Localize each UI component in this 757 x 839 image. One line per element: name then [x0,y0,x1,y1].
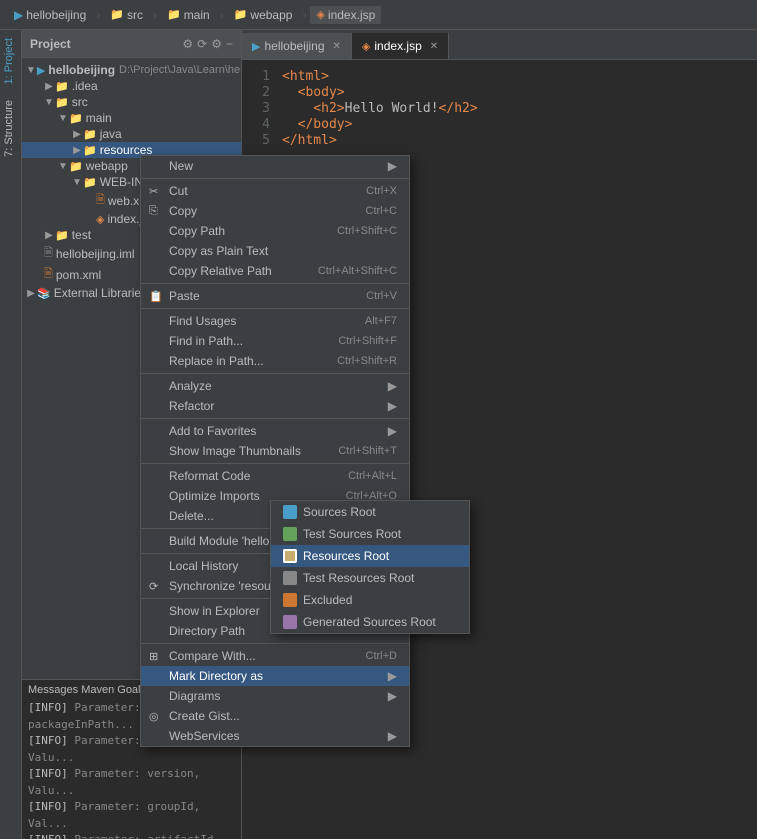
separator-1 [141,178,409,179]
menu-webservices-arrow: ▶ [388,729,397,743]
separator-10 [141,643,409,644]
test-resources-root-icon [283,571,297,585]
menu-new-arrow: ▶ [388,159,397,173]
test-sources-root-icon [283,527,297,541]
menu-webservices-label: WebServices [169,729,239,743]
cut-icon: ✂ [149,185,158,198]
separator-5 [141,418,409,419]
submenu-test-resources-root[interactable]: Test Resources Root [271,567,469,589]
context-menu-overlay[interactable]: New ▶ ✂ Cut Ctrl+X ⎘ Copy Ctrl+C Copy Pa… [0,0,757,839]
menu-delete-label: Delete... [169,509,214,523]
sync-icon: ⟳ [149,580,158,593]
github-icon: ◎ [149,710,159,723]
resources-root-icon [283,549,297,563]
menu-copy-label: Copy [169,204,197,218]
menu-item-new[interactable]: New ▶ [141,156,409,176]
menu-new-label: New [169,159,193,173]
submenu-resources-root[interactable]: Resources Root [271,545,469,567]
cut-shortcut: Ctrl+X [366,185,397,197]
gen-sources-root-label: Generated Sources Root [303,615,436,629]
copy-icon: ⎘ [149,205,158,218]
compare-icon: ⊞ [149,650,158,663]
menu-item-webservices[interactable]: WebServices ▶ [141,726,409,746]
resources-root-label: Resources Root [303,549,389,563]
mark-directory-submenu: Sources Root Test Sources Root Resources… [270,500,470,634]
copy-path-shortcut: Ctrl+Shift+C [337,225,397,237]
menu-find-usages-label: Find Usages [169,314,236,328]
replace-path-shortcut: Ctrl+Shift+R [337,355,397,367]
sources-root-icon [283,505,297,519]
menu-item-paste[interactable]: 📋 Paste Ctrl+V [141,286,409,306]
menu-item-mark-dir[interactable]: Mark Directory as ▶ [141,666,409,686]
menu-item-create-gist[interactable]: ◎ Create Gist... [141,706,409,726]
copy-rel-shortcut: Ctrl+Alt+Shift+C [318,265,397,277]
test-sources-root-label: Test Sources Root [303,527,401,541]
menu-thumbnails-label: Show Image Thumbnails [169,444,301,458]
menu-item-favorites[interactable]: Add to Favorites ▶ [141,421,409,441]
menu-compare-label: Compare With... [169,649,256,663]
menu-mark-dir-label: Mark Directory as [169,669,263,683]
menu-find-path-label: Find in Path... [169,334,243,348]
menu-item-refactor[interactable]: Refactor ▶ [141,396,409,416]
menu-copy-plain-label: Copy as Plain Text [169,244,268,258]
menu-item-thumbnails[interactable]: Show Image Thumbnails Ctrl+Shift+T [141,441,409,461]
menu-item-diagrams[interactable]: Diagrams ▶ [141,686,409,706]
thumbnails-shortcut: Ctrl+Shift+T [338,445,397,457]
paste-shortcut: Ctrl+V [366,290,397,302]
menu-item-copy[interactable]: ⎘ Copy Ctrl+C [141,201,409,221]
menu-paste-label: Paste [169,289,200,303]
menu-copy-path-label: Copy Path [169,224,225,238]
submenu-test-sources-root[interactable]: Test Sources Root [271,523,469,545]
excluded-icon [283,593,297,607]
menu-copy-rel-label: Copy Relative Path [169,264,272,278]
menu-item-copy-path[interactable]: Copy Path Ctrl+Shift+C [141,221,409,241]
compare-shortcut: Ctrl+D [366,650,397,662]
reformat-shortcut: Ctrl+Alt+L [348,470,397,482]
menu-explorer-label: Show in Explorer [169,604,260,618]
menu-diagrams-arrow: ▶ [388,689,397,703]
menu-mark-dir-arrow: ▶ [388,669,397,683]
menu-item-copy-rel[interactable]: Copy Relative Path Ctrl+Alt+Shift+C [141,261,409,281]
paste-icon: 📋 [149,290,163,303]
copy-shortcut: Ctrl+C [366,205,397,217]
menu-optimize-label: Optimize Imports [169,489,260,503]
menu-reformat-label: Reformat Code [169,469,250,483]
menu-item-cut[interactable]: ✂ Cut Ctrl+X [141,181,409,201]
test-resources-root-label: Test Resources Root [303,571,414,585]
excluded-label: Excluded [303,593,352,607]
menu-item-find-path[interactable]: Find in Path... Ctrl+Shift+F [141,331,409,351]
menu-diagrams-label: Diagrams [169,689,220,703]
submenu-gen-sources-root[interactable]: Generated Sources Root [271,611,469,633]
menu-create-gist-label: Create Gist... [169,709,240,723]
menu-history-label: Local History [169,559,238,573]
menu-item-copy-plain[interactable]: Copy as Plain Text [141,241,409,261]
separator-3 [141,308,409,309]
menu-item-compare[interactable]: ⊞ Compare With... Ctrl+D [141,646,409,666]
find-path-shortcut: Ctrl+Shift+F [338,335,397,347]
submenu-excluded[interactable]: Excluded [271,589,469,611]
menu-item-find-usages[interactable]: Find Usages Alt+F7 [141,311,409,331]
menu-cut-label: Cut [169,184,188,198]
separator-6 [141,463,409,464]
menu-refactor-arrow: ▶ [388,399,397,413]
menu-dir-path-label: Directory Path [169,624,245,638]
menu-analyze-label: Analyze [169,379,212,393]
submenu-sources-root[interactable]: Sources Root [271,501,469,523]
separator-4 [141,373,409,374]
menu-refactor-label: Refactor [169,399,214,413]
menu-replace-path-label: Replace in Path... [169,354,264,368]
sources-root-label: Sources Root [303,505,376,519]
separator-2 [141,283,409,284]
gen-sources-root-icon [283,615,297,629]
menu-item-replace-path[interactable]: Replace in Path... Ctrl+Shift+R [141,351,409,371]
menu-analyze-arrow: ▶ [388,379,397,393]
menu-item-reformat[interactable]: Reformat Code Ctrl+Alt+L [141,466,409,486]
menu-item-analyze[interactable]: Analyze ▶ [141,376,409,396]
menu-favorites-label: Add to Favorites [169,424,256,438]
find-usages-shortcut: Alt+F7 [365,315,397,327]
menu-favorites-arrow: ▶ [388,424,397,438]
context-menu: New ▶ ✂ Cut Ctrl+X ⎘ Copy Ctrl+C Copy Pa… [140,155,410,747]
